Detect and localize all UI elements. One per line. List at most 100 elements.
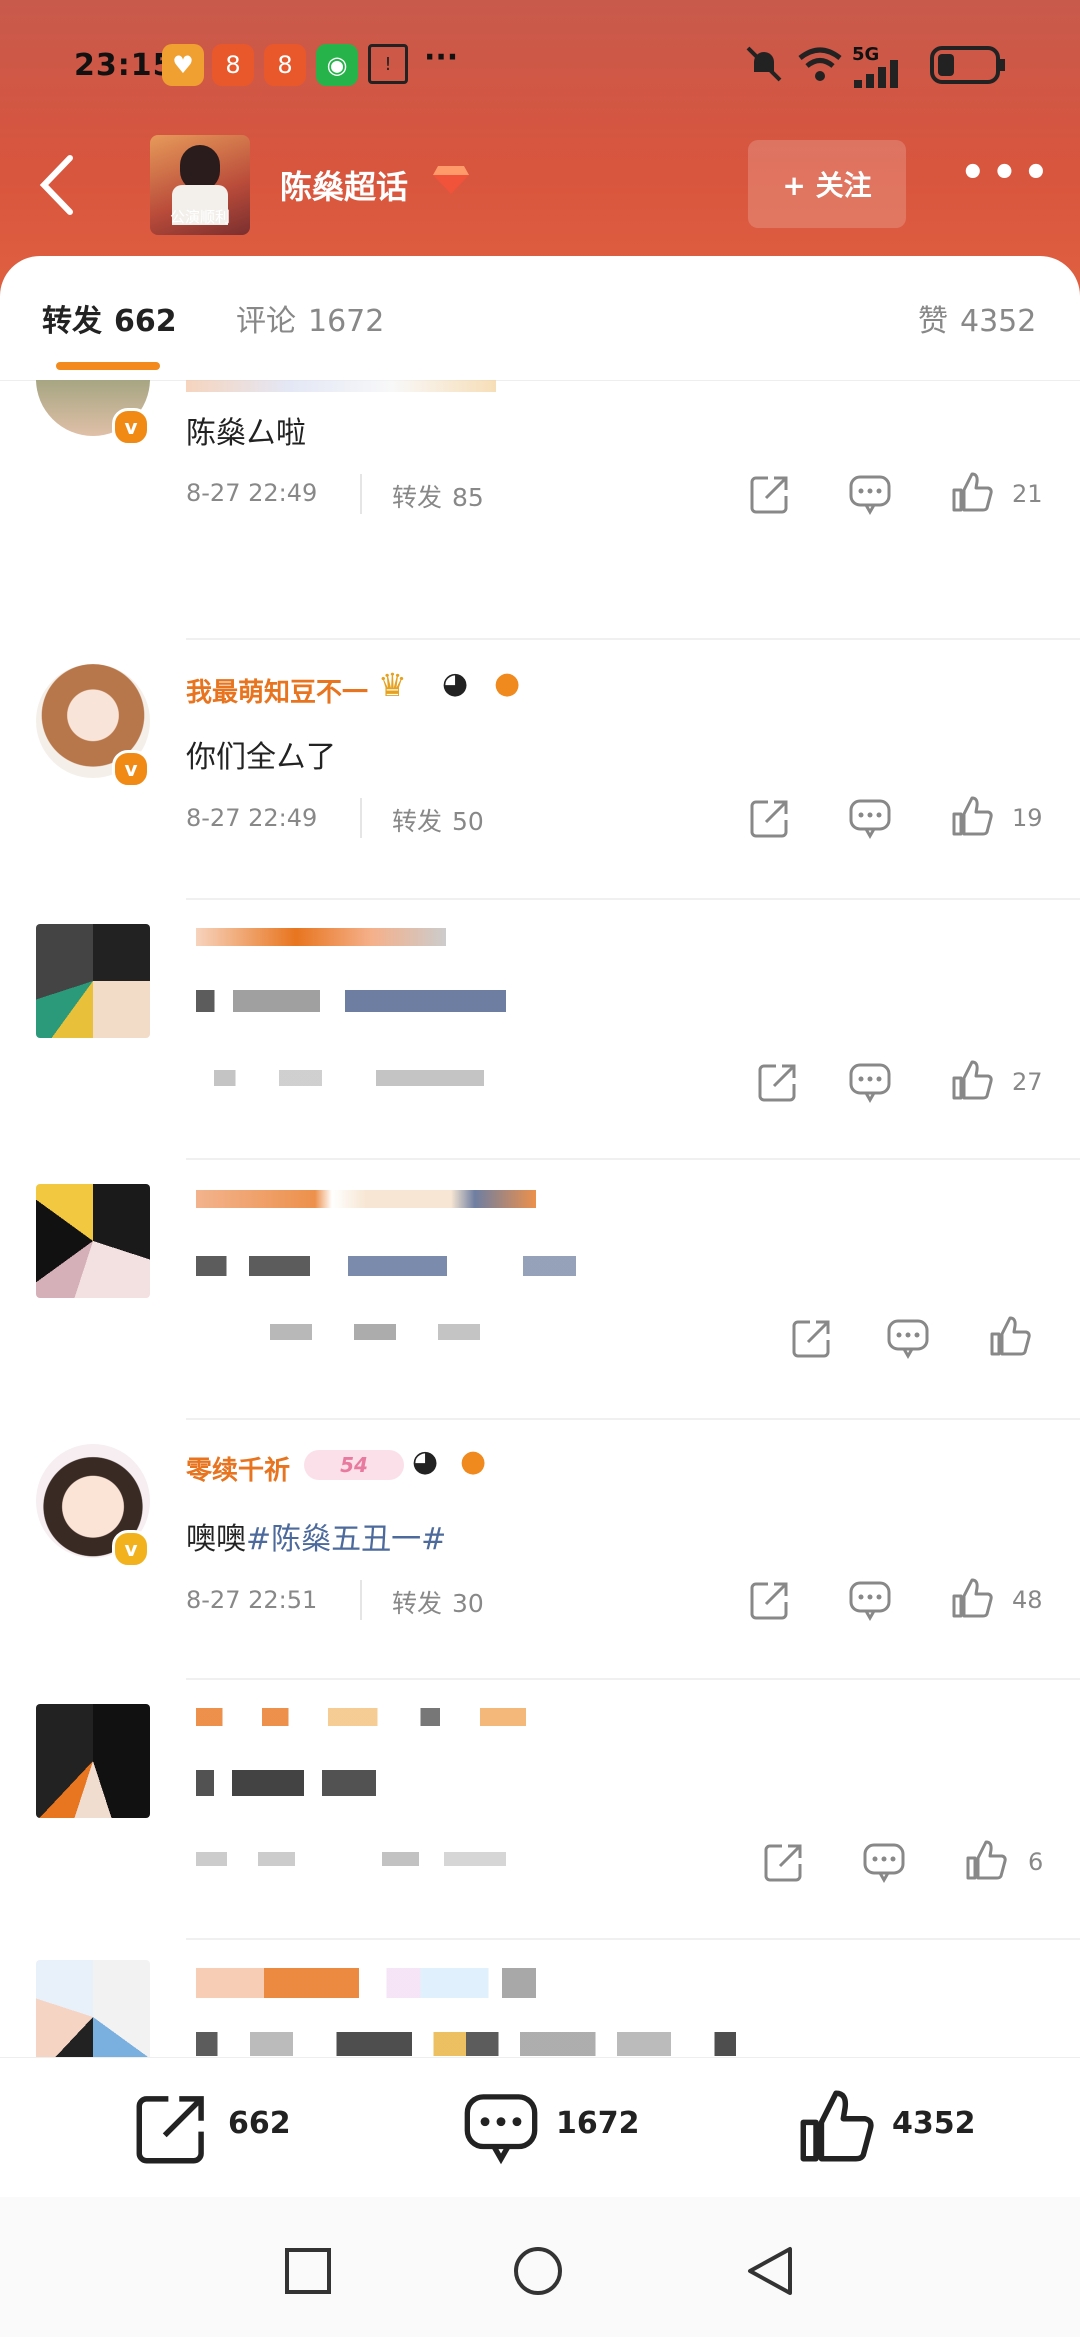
comment-total[interactable]: 1672 [556, 2106, 640, 2141]
like-icon[interactable] [950, 1576, 994, 1620]
repost-count: 转发 30 [392, 1584, 484, 1620]
tab-reposts[interactable]: 转发 662 [42, 296, 177, 340]
blurred-username [196, 1708, 526, 1726]
mute-bell-icon [746, 46, 782, 82]
tab-count: 4352 [960, 304, 1037, 339]
share-icon[interactable] [756, 1060, 800, 1104]
like-icon[interactable] [988, 1314, 1032, 1358]
avatar[interactable] [36, 1184, 150, 1298]
repost-total[interactable]: 662 [228, 2106, 291, 2141]
username[interactable]: 我最萌知豆不一 [186, 672, 368, 709]
list-item[interactable] [0, 1940, 1080, 2060]
divider [360, 1580, 362, 1620]
forum-thumbnail[interactable]: 公演顺利 [150, 135, 250, 235]
comment-icon[interactable] [848, 796, 892, 840]
avatar[interactable] [36, 924, 150, 1038]
list-item[interactable]: v 我最萌知豆不一 ♛ ◕ ● 你们全厶了 8-27 22:49 转发 50 19 [0, 640, 1080, 900]
verified-badge-icon: v [112, 408, 150, 446]
like-icon[interactable] [964, 1838, 1008, 1882]
list-item[interactable]: v 陈燊厶啦 8-27 22:49 转发 85 21 [0, 380, 1080, 640]
status-bar: 23:15 ♥ 8 8 ◉ ! ··· 5G [0, 0, 1080, 140]
tab-likes[interactable]: 赞 4352 [918, 296, 1036, 340]
like-icon[interactable] [950, 794, 994, 838]
tab-comments[interactable]: 评论 1672 [236, 296, 384, 340]
forum-title[interactable]: 陈燊超话 [280, 162, 408, 208]
repost-number: 30 [452, 1589, 484, 1618]
blurred-username [186, 380, 496, 392]
blurred-meta [214, 1070, 484, 1086]
share-icon[interactable] [762, 1840, 806, 1884]
image-warning-icon: ! [368, 44, 408, 84]
back-arrow-icon[interactable] [36, 150, 76, 220]
divider [360, 474, 362, 514]
blurred-text [196, 1256, 576, 1276]
like-total[interactable]: 4352 [892, 2106, 976, 2141]
like-count: 27 [1012, 1068, 1043, 1096]
list-item[interactable]: 6 [0, 1680, 1080, 1940]
blurred-text [196, 2032, 736, 2056]
share-icon[interactable] [790, 1316, 834, 1360]
blurred-meta [270, 1324, 480, 1340]
home-circle-icon[interactable] [512, 2245, 564, 2297]
like-count: 6 [1028, 1848, 1044, 1876]
blurred-text [196, 1770, 376, 1796]
back-triangle-icon[interactable] [744, 2245, 794, 2297]
tab-bar: 转发 662 评论 1672 赞 4352 [0, 256, 1080, 381]
forum-thumbnail-caption: 公演顺利 [169, 208, 230, 226]
follow-button[interactable]: + 关注 [748, 140, 906, 228]
signal-icon [854, 60, 898, 88]
panda-badge-icon: ◕ [442, 666, 469, 701]
share-icon[interactable] [748, 472, 792, 516]
repost-number: 85 [452, 483, 484, 512]
username[interactable]: 零续千祈 [186, 1450, 290, 1487]
avatar[interactable] [36, 1704, 150, 1818]
fish-badge-icon: ● [494, 666, 521, 701]
list-item[interactable]: v 零续千祈 54 ◕ ● 噢噢#陈燊五丑一# 8-27 22:51 转发 30 … [0, 1420, 1080, 1680]
system-nav-bar [0, 2197, 1080, 2337]
comment-icon[interactable] [848, 1060, 892, 1104]
fish-badge-icon: ● [460, 1444, 487, 1479]
comment-date: 8-27 22:49 [186, 804, 318, 832]
comment-icon[interactable] [848, 472, 892, 516]
like-icon[interactable] [796, 2086, 876, 2166]
tab-label: 赞 [918, 304, 948, 339]
share-icon[interactable] [748, 796, 792, 840]
recents-square-icon[interactable] [284, 2247, 332, 2295]
share-icon[interactable] [748, 1578, 792, 1622]
comment-icon[interactable] [462, 2088, 540, 2166]
comment-date: 8-27 22:49 [186, 479, 318, 507]
tab-count: 1672 [308, 304, 385, 339]
tab-count: 662 [114, 304, 177, 339]
more-notifications-icon: ··· [424, 40, 459, 75]
bottom-action-bar: 662 1672 4352 [0, 2057, 1080, 2198]
more-options-icon[interactable]: ••• [960, 153, 1050, 208]
comment-icon[interactable] [862, 1840, 906, 1884]
verified-badge-icon: v [112, 1530, 150, 1568]
blurred-meta [196, 1852, 506, 1866]
comment-text: 陈燊厶啦 [186, 416, 306, 451]
wifi-icon [798, 47, 842, 81]
avatar[interactable] [36, 1960, 150, 2060]
panda-badge-icon: ◕ [412, 1444, 439, 1479]
list-item[interactable]: 27 [0, 900, 1080, 1160]
share-icon[interactable] [132, 2088, 212, 2168]
like-count: 21 [1012, 480, 1043, 508]
like-icon[interactable] [950, 1058, 994, 1102]
topic-link[interactable]: #陈燊五丑一# [246, 1522, 446, 1557]
like-icon[interactable] [950, 470, 994, 514]
comment-icon[interactable] [848, 1578, 892, 1622]
status-time: 23:15 [74, 48, 175, 83]
repost-list: v 陈燊厶啦 8-27 22:49 转发 85 21 v 我最萌知豆不一 ♛ ◕ … [0, 380, 1080, 2060]
comment-text: 噢噢#陈燊五丑一# [186, 1514, 446, 1558]
comment-text-plain: 噢噢 [186, 1522, 246, 1557]
comment-icon[interactable] [886, 1316, 930, 1360]
heart-app-icon: ♥ [162, 44, 204, 86]
comment-date: 8-27 22:51 [186, 1586, 318, 1614]
level-badge: 54 [304, 1450, 404, 1480]
comment-text: 你们全厶了 [186, 740, 336, 775]
list-item[interactable] [0, 1160, 1080, 1420]
active-tab-indicator [56, 362, 160, 370]
tab-label: 评论 [236, 304, 296, 339]
diamond-badge-icon [433, 166, 469, 194]
blurred-username [196, 928, 446, 946]
